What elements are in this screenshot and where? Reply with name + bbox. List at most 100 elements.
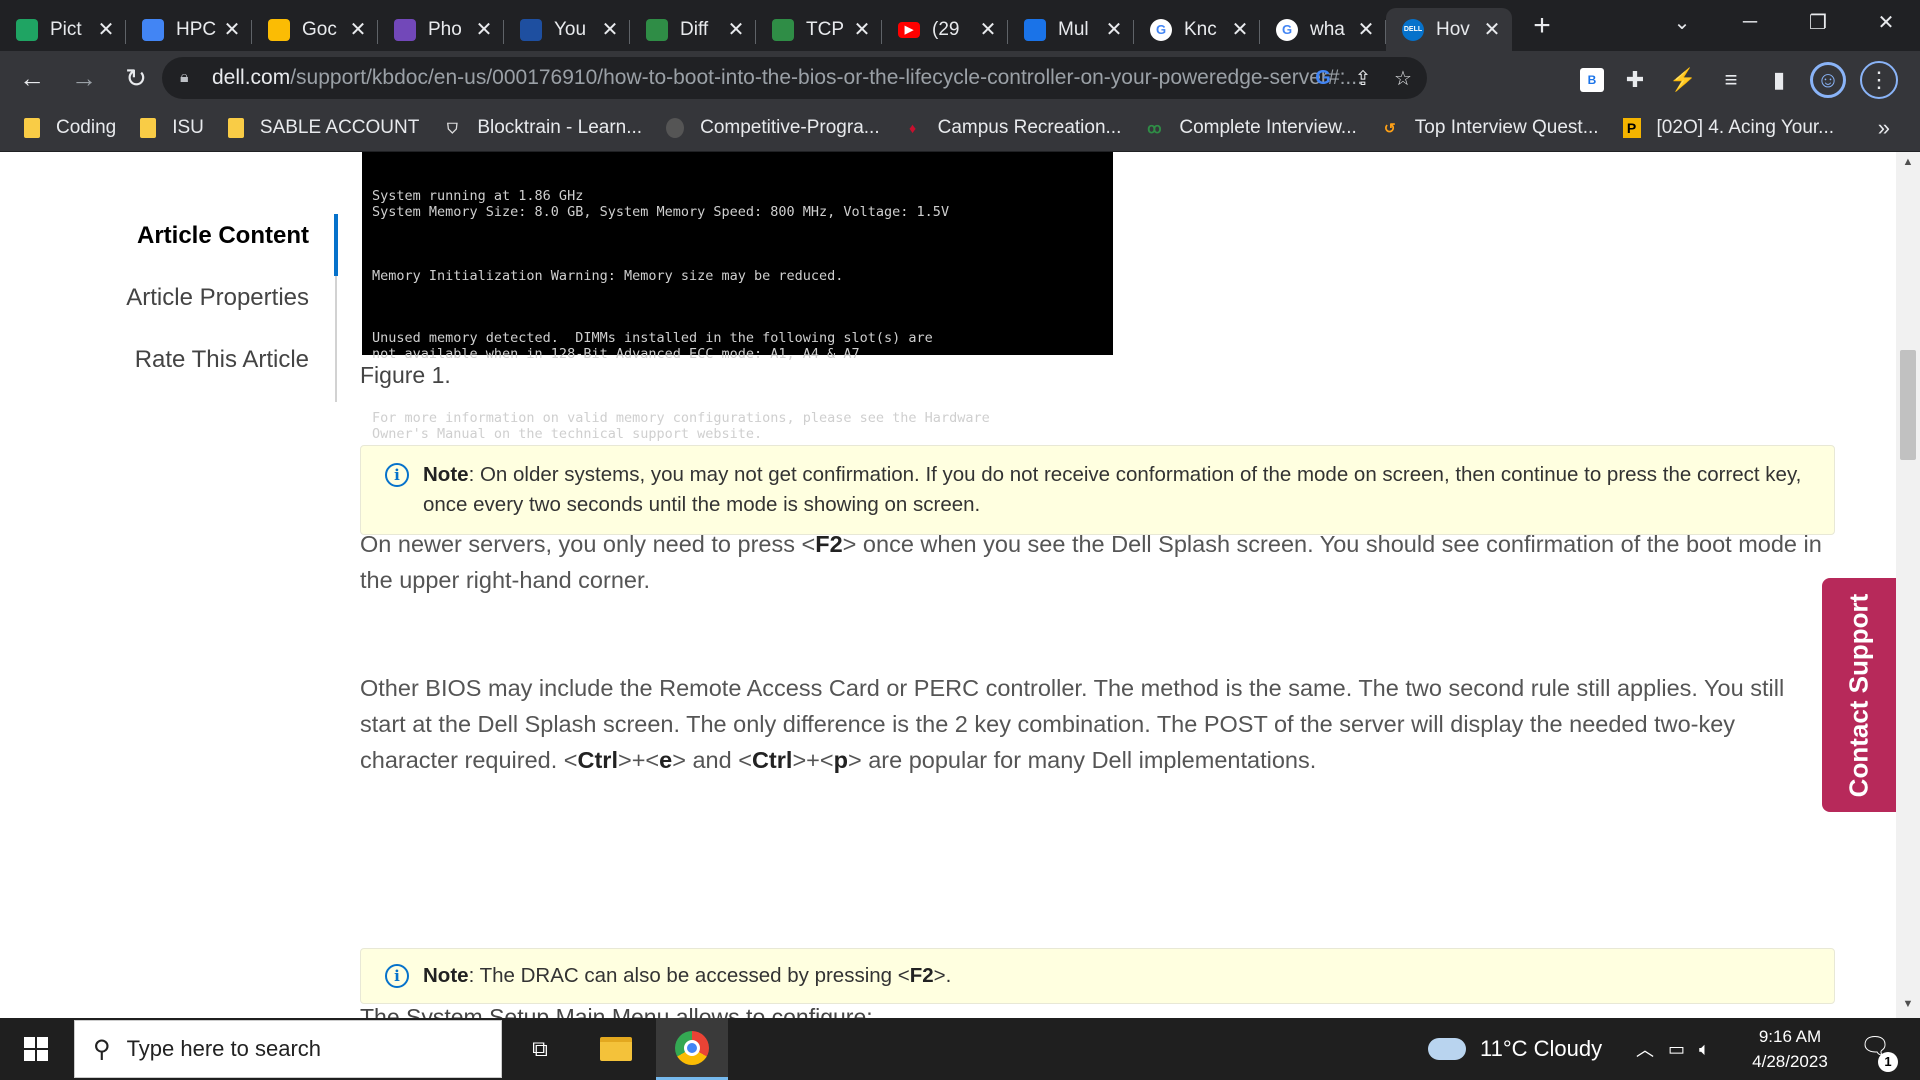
key-name: F2 — [909, 964, 934, 987]
browser-tab[interactable]: TCP ✕ — [756, 8, 882, 51]
scrollbar-thumb[interactable] — [1900, 350, 1916, 460]
close-tab-icon[interactable]: ✕ — [1104, 17, 1124, 42]
close-tab-icon[interactable]: ✕ — [600, 17, 620, 42]
profile-avatar-icon[interactable]: ☺ — [1810, 62, 1846, 98]
close-tab-icon[interactable]: ✕ — [1482, 17, 1502, 42]
minimize-button[interactable]: ─ — [1716, 11, 1784, 34]
close-tab-icon[interactable]: ✕ — [1230, 17, 1250, 42]
text-run: >. — [933, 964, 952, 987]
bookmark-item[interactable]: Coding — [24, 117, 116, 139]
close-window-button[interactable]: ✕ — [1852, 10, 1920, 35]
bookmark-item[interactable]: SABLE ACCOUNT — [227, 117, 419, 139]
close-tab-icon[interactable]: ✕ — [474, 17, 494, 42]
google-forms-icon — [394, 18, 416, 41]
note-drac: i Note: The DRAC can also be accessed by… — [360, 948, 1835, 1004]
restore-button[interactable]: ❐ — [1784, 10, 1852, 35]
close-tab-icon[interactable]: ✕ — [726, 17, 746, 42]
weather-widget[interactable]: 11°C Cloudy — [1428, 1018, 1602, 1080]
figure-caption: Figure 1. — [360, 362, 451, 388]
key-name: Ctrl — [577, 747, 618, 773]
bookmark-label: Complete Interview... — [1179, 117, 1357, 138]
start-button[interactable] — [0, 1018, 72, 1080]
browser-tab[interactable]: HPC ✕ — [126, 8, 252, 51]
new-tab-button[interactable]: + — [1522, 6, 1562, 46]
chevron-up-icon[interactable]: ︿ — [1636, 1036, 1654, 1062]
close-tab-icon[interactable]: ✕ — [348, 17, 368, 42]
geeksforgeeks-icon — [646, 18, 668, 41]
file-explorer-button[interactable] — [580, 1018, 652, 1080]
bitwarden-extension-icon[interactable]: B — [1580, 68, 1604, 92]
battery-icon[interactable]: ▭ — [1668, 1039, 1685, 1060]
browser-tab[interactable]: Pho ✕ — [378, 8, 504, 51]
contact-support-button[interactable]: Contact Support — [1822, 578, 1896, 812]
tab-list: Pict ✕ HPC ✕ Goc ✕ Pho ✕ You ✕ Diff ✕ TCP ✕ ▶ (29 ✕ Mul ✕ G… — [0, 0, 1512, 51]
youtube-icon: ▶ — [898, 21, 920, 38]
toc-item-rate-this-article[interactable]: Rate This Article — [135, 346, 309, 374]
forward-button[interactable]: → — [64, 58, 104, 98]
folder-icon — [140, 118, 157, 138]
browser-tab[interactable]: Goc ✕ — [252, 8, 378, 51]
chrome-taskbar-button[interactable] — [656, 1018, 728, 1080]
bookmark-item[interactable]: ISU — [140, 117, 204, 139]
back-button[interactable]: ← — [12, 58, 52, 98]
side-panel-icon[interactable]: ▮ — [1762, 63, 1796, 97]
folder-icon — [24, 118, 40, 138]
blocktrain-icon: ⛉ — [447, 119, 458, 136]
share-icon[interactable]: ⇪ — [1349, 64, 1377, 92]
chrome-menu-icon[interactable]: ⋮ — [1860, 61, 1898, 99]
bookmark-star-icon[interactable]: ☆ — [1389, 64, 1417, 92]
windows-taskbar: ⚲ Type here to search ⧉ 11°C Cloudy ︿ ▭ … — [0, 1018, 1920, 1080]
google-lens-icon[interactable]: G — [1309, 64, 1337, 92]
browser-tab[interactable]: Gwha ✕ — [1260, 8, 1386, 51]
clock[interactable]: 9:16 AM 4/28/2023 — [1730, 1024, 1850, 1074]
browser-tab[interactable]: G Knc ✕ — [1134, 8, 1260, 51]
address-bar[interactable]: 🔒︎ dell.com/support/kbdoc/en-us/00017691… — [162, 57, 1427, 99]
close-tab-icon[interactable]: ✕ — [1356, 17, 1376, 42]
scroll-up-arrow[interactable]: ▲ — [1896, 156, 1920, 176]
reload-button[interactable]: ↻ — [116, 58, 156, 98]
extensions-area: B ✚ ⚡ ≡ ▮ ☺ ⋮ — [1580, 61, 1898, 99]
close-tab-icon[interactable]: ✕ — [96, 17, 116, 42]
performance-icon[interactable]: ⚡ — [1666, 63, 1700, 97]
taskbar-search-box[interactable]: ⚲ Type here to search — [74, 1020, 502, 1078]
close-tab-icon[interactable]: ✕ — [222, 17, 242, 42]
page-scrollbar[interactable]: ▲ ▼ — [1896, 152, 1920, 1018]
browser-toolbar: ← → ↻ 🔒︎ dell.com/support/kbdoc/en-us/00… — [0, 51, 1920, 105]
extensions-puzzle-icon[interactable]: ✚ — [1618, 63, 1652, 97]
note-label: Note — [423, 463, 469, 486]
close-tab-icon[interactable]: ✕ — [978, 17, 998, 42]
bookmarks-overflow-button[interactable]: » — [1878, 115, 1890, 141]
browser-tab[interactable]: Pict ✕ — [0, 8, 126, 51]
browser-tab[interactable]: You ✕ — [504, 8, 630, 51]
bookmark-item[interactable]: ↺ Top Interview Quest... — [1381, 117, 1599, 139]
close-tab-icon[interactable]: ✕ — [852, 17, 872, 42]
bookmark-item[interactable]: ♦ Campus Recreation... — [904, 117, 1122, 139]
text-run: >+< — [617, 747, 660, 773]
google-drive-icon — [16, 18, 38, 41]
bookmark-label: Campus Recreation... — [937, 117, 1122, 138]
url-text[interactable]: dell.com/support/kbdoc/en-us/000176910/h… — [212, 66, 1367, 90]
notification-center-button[interactable]: 🗨︎ 1 — [1860, 1032, 1898, 1072]
toc-item-article-content[interactable]: Article Content — [137, 222, 309, 250]
browser-tab[interactable]: Diff ✕ — [630, 8, 756, 51]
cloud-icon — [1428, 1038, 1466, 1060]
browser-tab[interactable]: Mul ✕ — [1008, 8, 1134, 51]
weather-text: 11°C Cloudy — [1480, 1036, 1603, 1061]
note-text: : On older systems, you may not get conf… — [423, 463, 1802, 516]
bookmark-item[interactable]: Competitive-Progra... — [666, 117, 880, 139]
bookmark-item[interactable]: P [02O] 4. Acing Your... — [1622, 117, 1834, 139]
google-docs-icon — [142, 18, 164, 41]
browser-tab[interactable]: ▶ (29 ✕ — [882, 8, 1008, 51]
browser-tab[interactable]: DELL Hov ✕ — [1386, 8, 1512, 51]
volume-icon[interactable]: 🔈︎ — [1699, 1039, 1710, 1060]
lock-icon[interactable]: 🔒︎ — [180, 69, 198, 87]
bookmark-item[interactable]: ⛉ Blocktrain - Learn... — [443, 117, 642, 139]
toc-item-article-properties[interactable]: Article Properties — [126, 284, 309, 312]
task-view-button[interactable]: ⧉ — [504, 1018, 576, 1080]
tab-search-icon[interactable]: ⌄ — [1648, 10, 1716, 35]
scroll-down-arrow[interactable]: ▼ — [1896, 998, 1920, 1018]
system-tray: ︿ ▭ 🔈︎ — [1636, 1018, 1710, 1080]
geeksforgeeks-icon: ꝏ — [1147, 119, 1162, 136]
bookmark-item[interactable]: ꝏ Complete Interview... — [1145, 117, 1357, 139]
reading-list-icon[interactable]: ≡ — [1714, 63, 1748, 97]
